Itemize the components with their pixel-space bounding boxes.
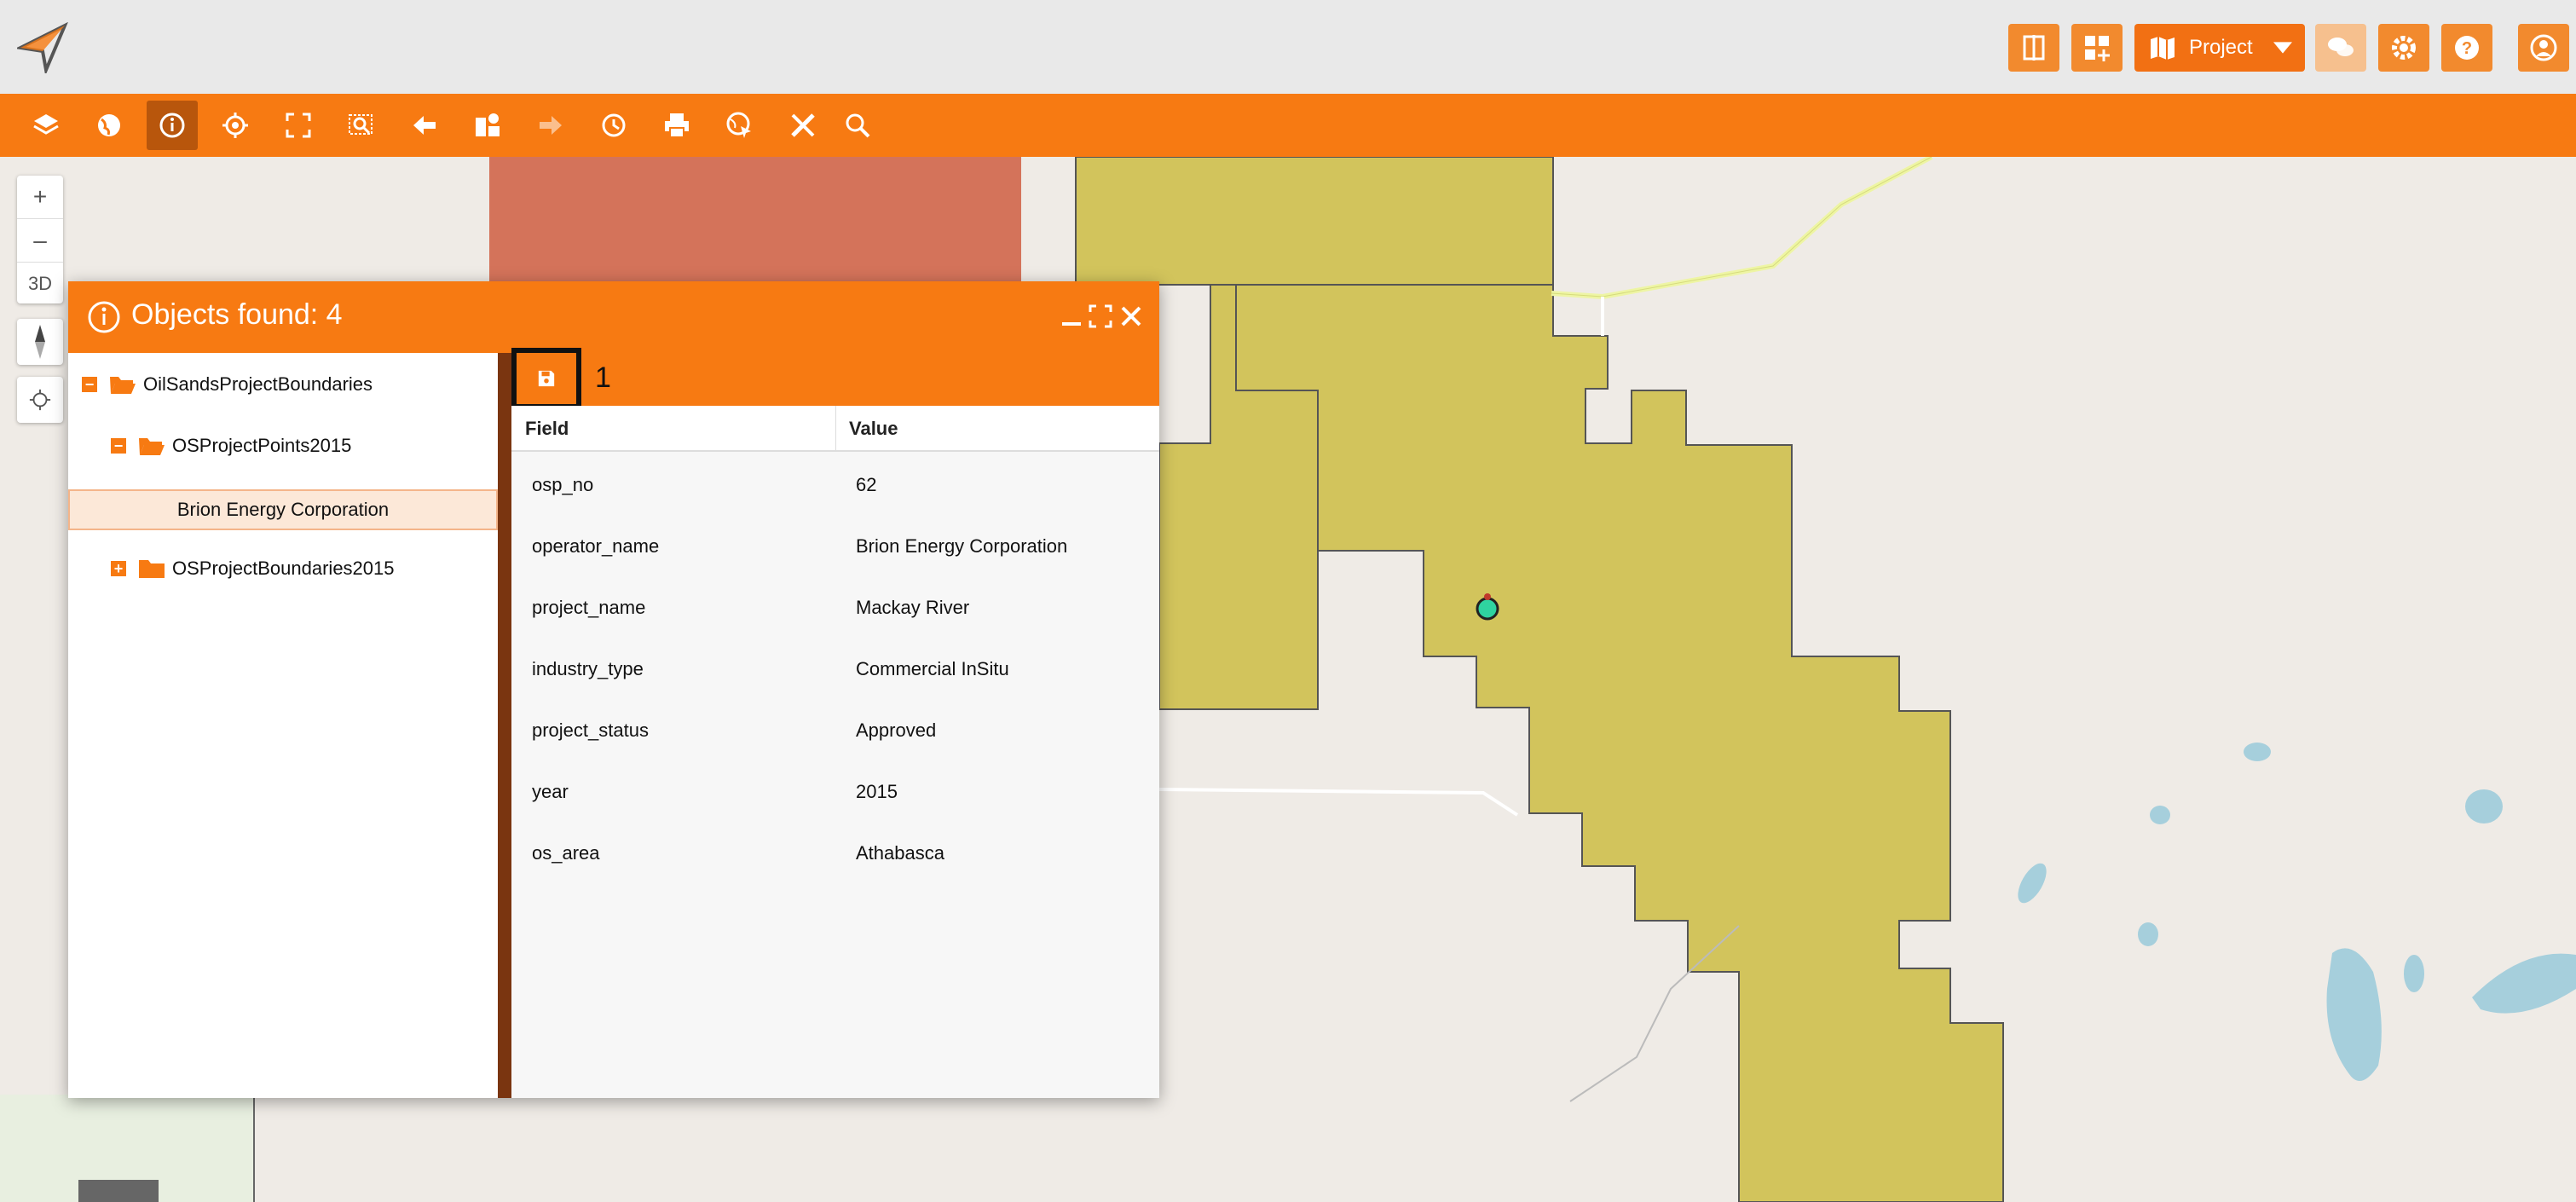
locate-icon <box>222 113 248 138</box>
fullscreen-tool[interactable] <box>273 101 324 150</box>
dialog-title: Objects found: 4 <box>131 298 343 331</box>
table-row: project_name Mackay River <box>532 597 970 618</box>
info-tool[interactable] <box>147 101 198 150</box>
globe-pointer-tool[interactable] <box>714 101 765 150</box>
zoom-box-icon <box>349 114 373 135</box>
results-tree: − OilSandsProjectBoundaries − OSProjectP… <box>68 353 498 1098</box>
info-icon <box>88 301 120 333</box>
table-row: operator_name Brion Energy Corporation <box>532 535 1068 557</box>
selected-boundary-polygon <box>489 157 1021 285</box>
panel-splitter[interactable] <box>498 353 511 1098</box>
tree-node-brion[interactable]: Brion Energy Corporation <box>68 489 498 530</box>
tree-node-oilsands[interactable]: − OilSandsProjectBoundaries <box>82 363 373 406</box>
folder-open-icon <box>139 438 165 455</box>
globe-icon <box>98 114 120 136</box>
add-widget-icon <box>2085 36 2110 61</box>
close-icon[interactable] <box>1118 303 1144 329</box>
history-tool[interactable] <box>588 101 639 150</box>
settings-button[interactable] <box>2378 24 2429 72</box>
crosshair-icon <box>29 389 51 411</box>
help-icon: ? <box>2455 36 2479 60</box>
forward-tool[interactable] <box>525 101 576 150</box>
pieces-tool[interactable] <box>462 101 513 150</box>
dialog-header[interactable]: Objects found: 4 <box>68 281 1159 353</box>
app-header: Project ? <box>0 0 2576 94</box>
user-icon <box>2530 34 2557 61</box>
chevron-down-icon <box>2273 42 2292 54</box>
tree-node-label: OSProjectPoints2015 <box>172 435 352 456</box>
tree-node-label: OSProjectBoundaries2015 <box>172 558 395 579</box>
tree-node-points[interactable]: − OSProjectPoints2015 <box>111 425 351 467</box>
save-button[interactable] <box>511 348 581 409</box>
chat-button[interactable] <box>2315 24 2366 72</box>
globe-tool[interactable] <box>84 101 135 150</box>
folder-open-icon <box>110 377 136 394</box>
view-3d-button[interactable]: 3D <box>17 263 63 305</box>
split-view-icon <box>2023 35 2045 61</box>
locate-me-button[interactable] <box>17 377 63 423</box>
locate-tool[interactable] <box>210 101 261 150</box>
table-row: osp_no 62 <box>532 474 877 495</box>
compass-button[interactable] <box>17 319 63 365</box>
globe-pointer-icon <box>726 112 751 138</box>
expand-icon[interactable]: + <box>111 561 126 576</box>
split-view-button[interactable] <box>2008 24 2059 72</box>
map-toolbar <box>0 94 2576 157</box>
print-icon <box>665 113 689 138</box>
compass-icon <box>35 325 45 359</box>
search-tool[interactable] <box>832 101 883 150</box>
pieces-icon <box>476 113 500 136</box>
measure-tool[interactable] <box>777 101 829 150</box>
table-row: project_status Approved <box>532 719 937 741</box>
collapse-icon[interactable]: − <box>82 377 97 392</box>
history-icon <box>602 113 626 137</box>
map-icon <box>2151 37 2175 60</box>
zoom-in-button[interactable]: + <box>17 176 63 219</box>
project-dropdown[interactable]: Project <box>2134 24 2305 72</box>
zoom-out-button[interactable]: – <box>17 219 63 263</box>
tree-node-label: OilSandsProjectBoundaries <box>143 373 373 395</box>
forward-arrow-icon <box>540 116 562 135</box>
help-button[interactable]: ? <box>2441 24 2492 72</box>
measure-tools-icon <box>791 113 815 137</box>
column-header-value[interactable]: Value <box>849 418 898 440</box>
fullscreen-icon <box>286 113 311 138</box>
collapse-icon[interactable]: − <box>111 438 126 454</box>
save-icon <box>538 370 555 387</box>
add-widget-button[interactable] <box>2071 24 2123 72</box>
attributes-header: 1 <box>511 348 1159 409</box>
layers-icon <box>33 114 59 135</box>
settings-icon <box>2392 36 2416 60</box>
table-header: Field Value <box>511 406 1159 452</box>
svg-text:?: ? <box>2462 39 2472 58</box>
column-header-field[interactable]: Field <box>525 418 569 440</box>
info-icon <box>159 113 185 138</box>
point-marker[interactable] <box>1476 597 1499 621</box>
result-count: 1 <box>595 361 611 394</box>
tree-node-boundaries[interactable]: + OSProjectBoundaries2015 <box>111 547 395 590</box>
project-label: Project <box>2189 36 2253 59</box>
zoom-box-tool[interactable] <box>336 101 387 150</box>
minimize-icon[interactable] <box>1059 303 1084 329</box>
maximize-icon[interactable] <box>1088 303 1113 329</box>
table-row: year 2015 <box>532 781 898 802</box>
table-row: industry_type Commercial InSitu <box>532 658 1009 679</box>
layers-tool[interactable] <box>20 101 72 150</box>
print-tool[interactable] <box>651 101 702 150</box>
app-logo <box>17 22 68 73</box>
user-button[interactable] <box>2518 24 2569 72</box>
table-row: os_area Athabasca <box>532 842 944 864</box>
tree-node-label: Brion Energy Corporation <box>176 499 390 520</box>
objects-found-dialog: Objects found: 4 − OilSandsProjectBounda… <box>68 281 1159 1098</box>
chat-icon <box>2328 38 2354 56</box>
zoom-control: + – 3D <box>17 176 63 303</box>
search-icon <box>846 113 870 138</box>
attributes-panel: 1 Field Value osp_no 62 operator_name Brio… <box>511 348 1159 1098</box>
back-arrow-icon <box>413 116 436 135</box>
back-tool[interactable] <box>399 101 450 150</box>
folder-icon <box>139 560 165 578</box>
